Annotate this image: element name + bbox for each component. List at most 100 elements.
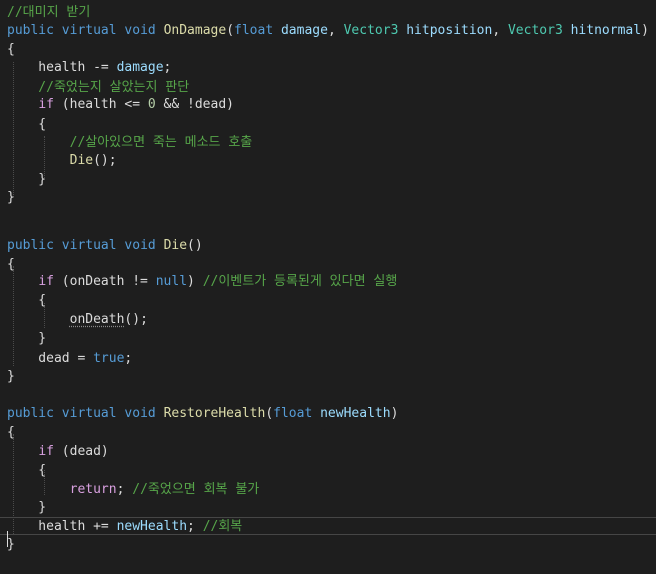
code-line[interactable]: { bbox=[0, 41, 656, 59]
code-line[interactable]: if (health <= 0 && !dead) bbox=[0, 96, 656, 114]
code-line[interactable]: } bbox=[0, 536, 656, 554]
code-token: } bbox=[7, 500, 47, 515]
code-token: //이벤트가 등록된게 있다면 실행 bbox=[202, 274, 398, 289]
code-token: float bbox=[273, 406, 313, 421]
code-token: } bbox=[7, 331, 47, 346]
code-token: return bbox=[69, 482, 117, 497]
code-token: Vector3 bbox=[343, 23, 399, 38]
code-token: onDeath bbox=[69, 312, 125, 327]
code-token: { bbox=[7, 463, 47, 478]
code-line[interactable]: if (onDeath != null) //이벤트가 등록된게 있다면 실행 bbox=[0, 273, 656, 291]
code-token: //회복 bbox=[202, 519, 243, 534]
text-cursor bbox=[7, 531, 8, 547]
code-token: , bbox=[327, 23, 344, 38]
code-token: health += bbox=[7, 519, 117, 534]
code-line[interactable]: } bbox=[0, 189, 656, 207]
code-line[interactable]: { bbox=[0, 116, 656, 134]
code-token: virtual bbox=[61, 238, 117, 253]
code-token: ; bbox=[163, 60, 172, 75]
code-token: Die bbox=[69, 153, 94, 168]
code-token: ( bbox=[265, 406, 274, 421]
code-editor[interactable]: //대미지 받기 public virtual void OnDamage(flo… bbox=[0, 0, 656, 574]
code-line[interactable]: { bbox=[0, 256, 656, 274]
code-token: (dead) bbox=[53, 444, 109, 459]
code-token: damage bbox=[280, 23, 328, 38]
code-line[interactable]: { bbox=[0, 462, 656, 480]
code-token: true bbox=[93, 351, 125, 366]
code-line[interactable]: return; //죽었으면 회복 불가 bbox=[0, 481, 656, 499]
code-line[interactable]: public virtual void RestoreHealth(float … bbox=[0, 405, 656, 423]
code-line[interactable]: } bbox=[0, 368, 656, 386]
code-token: newHealth bbox=[320, 406, 391, 421]
code-line[interactable]: } bbox=[0, 499, 656, 517]
code-token: Vector3 bbox=[507, 23, 563, 38]
code-token: public bbox=[7, 238, 54, 253]
code-token: hitnormal bbox=[570, 23, 642, 38]
code-line[interactable]: } bbox=[0, 171, 656, 189]
code-token: (onDeath != bbox=[53, 274, 156, 289]
code-token: } bbox=[7, 190, 15, 205]
code-line[interactable]: Die(); bbox=[0, 152, 656, 170]
code-token: Die bbox=[163, 238, 188, 253]
code-token: } bbox=[7, 537, 15, 552]
code-token: health -= bbox=[7, 60, 117, 75]
code-token: && !dead) bbox=[155, 97, 234, 112]
code-token: ) bbox=[641, 23, 649, 38]
code-token: void bbox=[124, 23, 156, 38]
code-token: ; bbox=[124, 351, 133, 366]
code-token: if bbox=[38, 97, 54, 112]
code-token: , bbox=[492, 23, 508, 38]
code-line[interactable]: //대미지 받기 bbox=[0, 4, 656, 22]
code-line[interactable]: health += newHealth; //회복 bbox=[0, 517, 656, 535]
code-token: ; bbox=[187, 519, 203, 534]
code-token: //대미지 받기 bbox=[7, 5, 91, 20]
code-token: { bbox=[7, 117, 47, 132]
code-token: if bbox=[38, 274, 54, 289]
code-line[interactable]: { bbox=[0, 424, 656, 442]
code-token: hitposition bbox=[406, 23, 493, 38]
code-token: newHealth bbox=[116, 519, 188, 534]
code-token: null bbox=[155, 274, 188, 289]
code-line[interactable]: //죽었는지 살았는지 판단 bbox=[0, 79, 656, 97]
code-token: ; bbox=[116, 482, 133, 497]
code-line[interactable]: dead = true; bbox=[0, 350, 656, 368]
code-line[interactable]: } bbox=[0, 330, 656, 348]
code-token: virtual bbox=[61, 406, 117, 421]
code-token: //살아있으면 죽는 메소드 호출 bbox=[7, 135, 253, 150]
code-token: public bbox=[7, 23, 54, 38]
code-token: dead = bbox=[7, 351, 94, 366]
code-line[interactable]: onDeath(); bbox=[0, 311, 656, 329]
code-token: public bbox=[7, 406, 54, 421]
code-line[interactable]: { bbox=[0, 292, 656, 310]
code-line[interactable]: public virtual void OnDamage(float damag… bbox=[0, 22, 656, 40]
code-line[interactable] bbox=[0, 209, 656, 227]
code-line[interactable]: health -= damage; bbox=[0, 59, 656, 77]
code-line[interactable]: //살아있으면 죽는 메소드 호출 bbox=[0, 134, 656, 152]
code-token: ) bbox=[390, 406, 399, 421]
code-token: RestoreHealth bbox=[163, 406, 266, 421]
code-token: //죽었는지 살았는지 판단 bbox=[7, 80, 190, 95]
code-token: (); bbox=[93, 153, 117, 168]
code-token: { bbox=[7, 42, 15, 57]
code-line[interactable]: public virtual void Die() bbox=[0, 237, 656, 255]
code-token: () bbox=[187, 238, 203, 253]
code-token: } bbox=[7, 369, 15, 384]
code-token: damage bbox=[116, 60, 164, 75]
code-token: { bbox=[7, 257, 15, 272]
code-token: virtual bbox=[61, 23, 117, 38]
code-line[interactable]: if (dead) bbox=[0, 443, 656, 461]
code-token: ) bbox=[187, 274, 203, 289]
